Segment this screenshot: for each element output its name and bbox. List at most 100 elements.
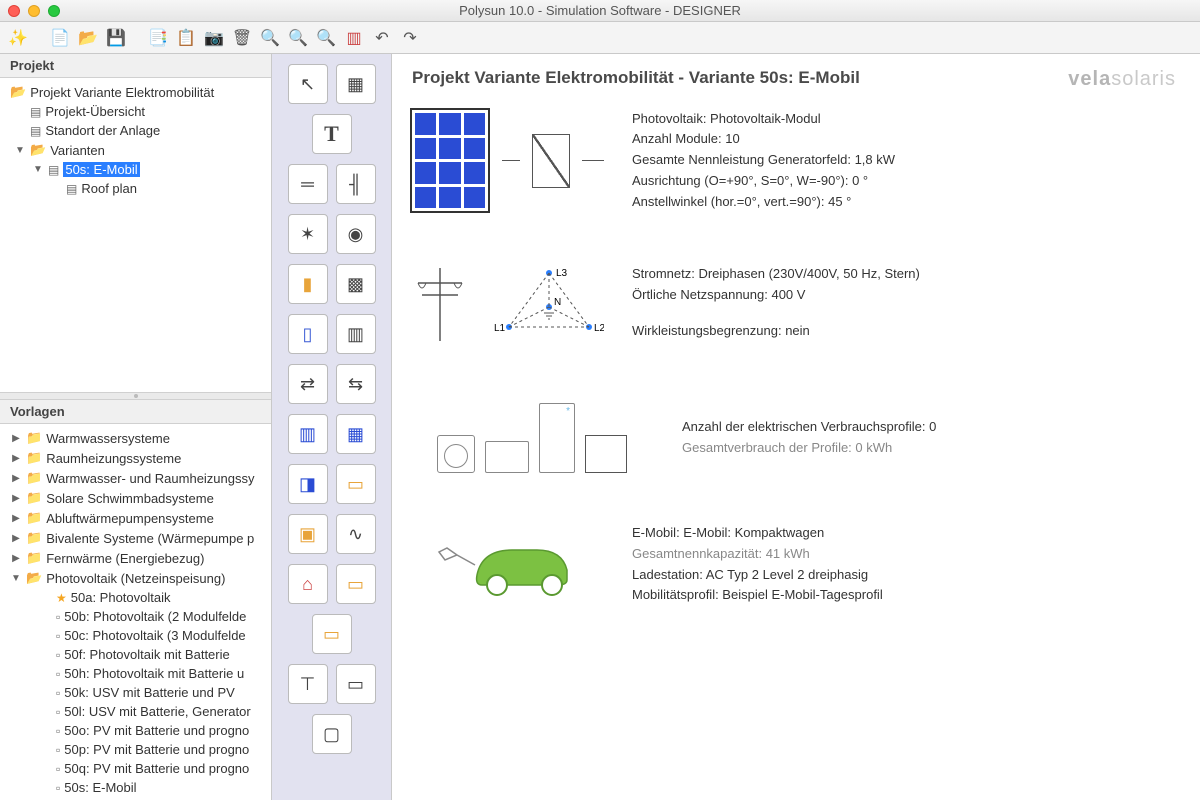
- tree-item[interactable]: ▫50h: Photovoltaik mit Batterie u: [0, 664, 271, 683]
- load-component[interactable]: Anzahl der elektrischen Verbrauchsprofil…: [412, 403, 1180, 473]
- valve-tool[interactable]: ◉: [336, 214, 376, 254]
- templates-tree[interactable]: ▶📁Warmwassersysteme▶📁Raumheizungssysteme…: [0, 424, 271, 800]
- tree-item[interactable]: ▶📁Fernwärme (Energiebezug): [0, 548, 271, 568]
- undo-icon[interactable]: ↶: [370, 26, 394, 50]
- tree-item[interactable]: ▤Roof plan: [0, 179, 271, 198]
- chevron-icon[interactable]: ▶: [10, 493, 22, 504]
- file-icon: ▤: [48, 163, 59, 177]
- panel-tool[interactable]: ◨: [288, 464, 328, 504]
- project-tree[interactable]: 📂Projekt Variante Elektromobilität ▤Proj…: [0, 78, 271, 392]
- file-icon: ▤: [30, 105, 41, 119]
- hx-tool[interactable]: ▩: [336, 264, 376, 304]
- chart-icon[interactable]: ▥: [342, 26, 366, 50]
- file-icon: ▫: [56, 762, 60, 776]
- copy-icon[interactable]: 📑: [146, 26, 170, 50]
- branch-tool[interactable]: ╢: [336, 164, 376, 204]
- ev-car-icon: [427, 530, 587, 600]
- chevron-icon[interactable]: ▶: [10, 473, 22, 484]
- appliance-tool[interactable]: ▢: [312, 714, 352, 754]
- paste-icon[interactable]: 📋: [174, 26, 198, 50]
- tree-item-selected[interactable]: ▼▤50s: E-Mobil: [0, 160, 271, 179]
- chevron-down-icon[interactable]: ▼: [14, 145, 26, 156]
- save-icon[interactable]: 💾: [104, 26, 128, 50]
- chevron-icon[interactable]: ▶: [10, 553, 22, 564]
- grid-component[interactable]: L3 L1 L2 N Stromnetz: Dreiphase: [412, 263, 1180, 343]
- file-icon: ▫: [56, 629, 60, 643]
- tree-item[interactable]: ▫50p: PV mit Batterie und progno: [0, 740, 271, 759]
- controller2-tool[interactable]: ⇆: [336, 364, 376, 404]
- chevron-icon[interactable]: ▼: [10, 573, 22, 584]
- design-canvas[interactable]: Projekt Variante Elektromobilität - Vari…: [392, 54, 1200, 800]
- select-tool[interactable]: ↖: [288, 64, 328, 104]
- tree-item[interactable]: ▤Standort der Anlage: [0, 121, 271, 140]
- tree-item[interactable]: ▫50b: Photovoltaik (2 Modulfelde: [0, 607, 271, 626]
- open-icon[interactable]: 📂: [76, 26, 100, 50]
- project-root[interactable]: 📂Projekt Variante Elektromobilität: [0, 82, 271, 102]
- wizard-icon[interactable]: ✨: [6, 26, 30, 50]
- battery-tool[interactable]: ▭: [336, 664, 376, 704]
- zoom-fit-icon[interactable]: 🔍: [314, 26, 338, 50]
- chevron-icon[interactable]: ▶: [10, 453, 22, 464]
- tree-variants[interactable]: ▼📂Varianten: [0, 140, 271, 160]
- grid-tool[interactable]: ▦: [336, 64, 376, 104]
- tree-item[interactable]: ▶📁Warmwassersysteme: [0, 428, 271, 448]
- appliances-icon: [437, 403, 627, 473]
- tree-item[interactable]: ★50a: Photovoltaik: [0, 588, 271, 607]
- tree-item[interactable]: ▫50o: PV mit Batterie und progno: [0, 721, 271, 740]
- splitter[interactable]: [0, 392, 271, 400]
- tree-item[interactable]: ▫50k: USV mit Batterie und PV: [0, 683, 271, 702]
- tree-item[interactable]: ▫50l: USV mit Batterie, Generator: [0, 702, 271, 721]
- tree-item[interactable]: ▫50f: Photovoltaik mit Batterie: [0, 645, 271, 664]
- heater-tool[interactable]: ▭: [336, 464, 376, 504]
- file-icon: ▫: [56, 648, 60, 662]
- profile-tool[interactable]: ▭: [312, 614, 352, 654]
- tree-item[interactable]: ▶📁Abluftwärmepumpensysteme: [0, 508, 271, 528]
- tree-item[interactable]: ▶📁Warmwasser- und Raumheizungssy: [0, 468, 271, 488]
- radiator-tool[interactable]: ▥: [336, 314, 376, 354]
- titlebar: Polysun 10.0 - Simulation Software - DES…: [0, 0, 1200, 22]
- tank-tool[interactable]: ▮: [288, 264, 328, 304]
- tree-item[interactable]: ▫50q: PV mit Batterie und progno: [0, 759, 271, 778]
- delete-icon[interactable]: 🗑: [230, 26, 254, 50]
- pump-tool[interactable]: ✶: [288, 214, 328, 254]
- pv-component[interactable]: Photovoltaik: Photovoltaik-Modul Anzahl …: [412, 108, 1180, 213]
- tree-item[interactable]: ▤Projekt-Übersicht: [0, 102, 271, 121]
- pv-tool[interactable]: ▦: [336, 414, 376, 454]
- ev-component[interactable]: E-Mobil: E-Mobil: Kompaktwagen Gesamtnen…: [412, 523, 1180, 606]
- tree-item[interactable]: ▶📁Solare Schwimmbadsysteme: [0, 488, 271, 508]
- main-toolbar: ✨ 📄 📂 💾 📑 📋 📷 🗑 🔍 🔍 🔍 ▥ ↶ ↷: [0, 22, 1200, 54]
- text-tool[interactable]: T: [312, 114, 352, 154]
- tree-item[interactable]: ▼📂Photovoltaik (Netzeinspeisung): [0, 568, 271, 588]
- redo-icon[interactable]: ↷: [398, 26, 422, 50]
- chevron-icon[interactable]: ▶: [10, 433, 22, 444]
- coil-tool[interactable]: ∿: [336, 514, 376, 554]
- chevron-down-icon[interactable]: ▼: [32, 164, 44, 175]
- new-icon[interactable]: 📄: [48, 26, 72, 50]
- templates-panel-header: Vorlagen: [0, 400, 271, 424]
- solar-tool[interactable]: ▥: [288, 414, 328, 454]
- controller-tool[interactable]: ⇄: [288, 364, 328, 404]
- building-tool[interactable]: ⌂: [288, 564, 328, 604]
- folder-icon: 📁: [26, 490, 42, 506]
- pylon-icon: [410, 263, 470, 343]
- chevron-icon[interactable]: ▶: [10, 513, 22, 524]
- load-tool[interactable]: ▭: [336, 564, 376, 604]
- collector-tool[interactable]: ▯: [288, 314, 328, 354]
- tree-item[interactable]: ▫50c: Photovoltaik (3 Modulfelde: [0, 626, 271, 645]
- ev-info: E-Mobil: E-Mobil: Kompaktwagen Gesamtnen…: [632, 523, 883, 606]
- pipe-tool[interactable]: ═: [288, 164, 328, 204]
- file-icon: ▫: [56, 743, 60, 757]
- chevron-icon[interactable]: ▶: [10, 533, 22, 544]
- canvas-title: Projekt Variante Elektromobilität - Vari…: [412, 68, 1180, 88]
- tree-item[interactable]: ▫50s: E-Mobil: [0, 778, 271, 797]
- tree-item[interactable]: ▶📁Raumheizungssysteme: [0, 448, 271, 468]
- tree-item[interactable]: ▶📁Bivalente Systeme (Wärmepumpe p: [0, 528, 271, 548]
- window-title: Polysun 10.0 - Simulation Software - DES…: [0, 3, 1200, 18]
- camera-icon[interactable]: 📷: [202, 26, 226, 50]
- folder-icon: 📁: [26, 510, 42, 526]
- boiler-tool[interactable]: ▣: [288, 514, 328, 554]
- zoom-out-icon[interactable]: 🔍: [286, 26, 310, 50]
- zoom-in-icon[interactable]: 🔍: [258, 26, 282, 50]
- project-panel-header: Projekt: [0, 54, 271, 78]
- pylon-tool[interactable]: ⊤: [288, 664, 328, 704]
